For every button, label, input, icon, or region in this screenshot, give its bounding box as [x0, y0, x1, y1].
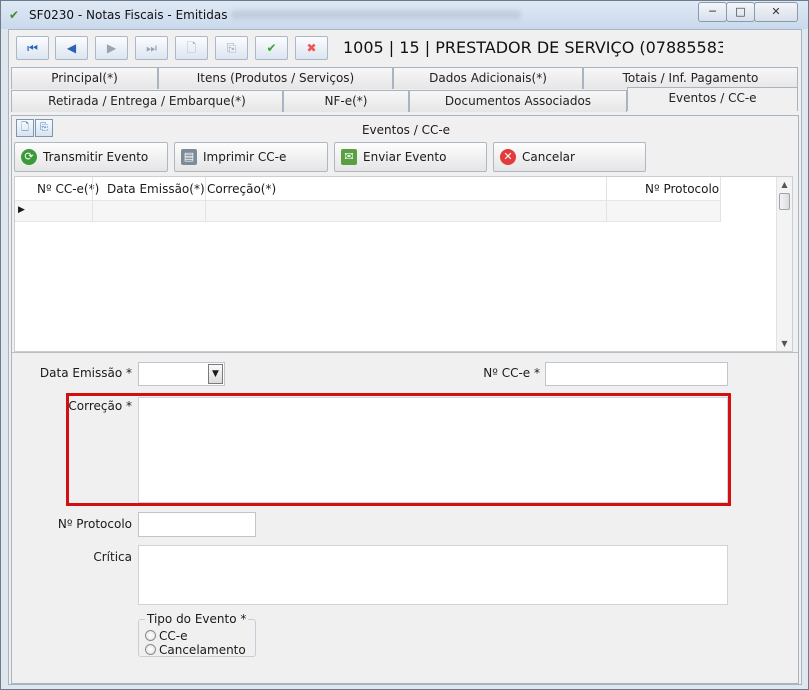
grid-divider	[720, 177, 721, 222]
send-mail-icon: ✉	[341, 149, 357, 165]
col-protocolo[interactable]: Nº Protocolo	[645, 182, 719, 196]
imprimir-cce-button[interactable]: ▤ Imprimir CC-e	[174, 142, 328, 172]
copy-record-icon: ⎘	[226, 41, 237, 55]
protocolo-input[interactable]	[138, 512, 256, 537]
panel-title: Eventos / CC-e	[361, 123, 451, 137]
grid-divider	[205, 177, 206, 222]
delete-icon: ✖	[306, 41, 317, 55]
first-record-icon: ⏮	[27, 41, 38, 55]
minimize-button[interactable]: ─	[698, 2, 727, 22]
radio-cce[interactable]: CC-e	[145, 629, 187, 643]
scroll-thumb[interactable]	[779, 193, 790, 210]
protocolo-label: Nº Protocolo	[57, 517, 132, 531]
app-window: ✔ SF0230 - Notas Fiscais - Emitidas ─ □ …	[0, 0, 809, 690]
tab-retirada[interactable]: Retirada / Entrega / Embarque(*)	[11, 90, 283, 112]
correcao-textarea[interactable]	[138, 397, 728, 503]
next-record-button[interactable]: ▶	[95, 36, 128, 60]
new-record-icon: 🗋	[186, 41, 197, 55]
col-correcao[interactable]: Correção(*)	[207, 182, 276, 196]
enviar-label: Enviar Evento	[363, 150, 447, 164]
row-indicator-icon: ▶	[18, 205, 25, 215]
transmit-icon: ⟳	[21, 149, 37, 165]
grid-header: Nº CC-e(*) Data Emissão(*) Correção(*) N…	[15, 177, 720, 200]
new-record-button[interactable]: 🗋	[175, 36, 208, 60]
save-button[interactable]: ✔	[255, 36, 288, 60]
app-icon: ✔	[9, 8, 20, 22]
col-data-emissao[interactable]: Data Emissão(*)	[107, 182, 205, 196]
grid-divider	[606, 177, 607, 222]
cancel-icon: ✕	[500, 149, 516, 165]
table-row[interactable]: ▶	[15, 200, 720, 222]
title-blurred-text	[231, 10, 521, 19]
cancelar-movimentos-button[interactable]: ✕ Cancelar Movimentos	[493, 142, 646, 192]
prev-record-button[interactable]: ◀	[55, 36, 88, 60]
prev-record-icon: ◀	[66, 41, 77, 55]
toolbar: ⏮ ◀ ▶ ⏭ 🗋 ⎘ ✔ ✖ 1005 | 15 | PRESTADOR DE…	[9, 30, 801, 65]
maximize-button[interactable]: □	[726, 2, 755, 22]
num-cce-label: Nº CC-e *	[483, 366, 540, 380]
close-button[interactable]: ✕	[754, 2, 798, 22]
tab-itens[interactable]: Itens (Produtos / Serviços)	[158, 67, 393, 89]
scroll-up-icon[interactable]: ▲	[777, 177, 792, 192]
last-record-icon: ⏭	[146, 41, 157, 55]
imprimir-label: Imprimir CC-e	[203, 150, 287, 164]
first-record-button[interactable]: ⏮	[16, 36, 49, 60]
client-area: ⏮ ◀ ▶ ⏭ 🗋 ⎘ ✔ ✖ 1005 | 15 | PRESTADOR DE…	[8, 29, 802, 685]
grid-divider	[92, 177, 93, 222]
record-title: 1005 | 15 | PRESTADOR DE SERVIÇO (078855…	[343, 38, 723, 57]
eventos-panel: 🗋 ⎘ Eventos / CC-e ⟳ Transmitir Evento ▤ …	[11, 115, 799, 684]
copy-record-button[interactable]: ⎘	[215, 36, 248, 60]
enviar-evento-button[interactable]: ✉ Enviar Evento	[334, 142, 487, 172]
tab-documentos[interactable]: Documentos Associados	[409, 90, 627, 112]
critica-label: Crítica	[93, 550, 132, 564]
transmitir-label: Transmitir Evento	[43, 150, 149, 164]
delete-button[interactable]: ✖	[295, 36, 328, 60]
tab-eventos[interactable]: Eventos / CC-e	[627, 87, 798, 111]
next-record-icon: ▶	[106, 41, 117, 55]
radio-cancelamento-label: Cancelamento	[159, 643, 246, 657]
scroll-down-icon[interactable]: ▼	[777, 336, 792, 351]
last-record-button[interactable]: ⏭	[135, 36, 168, 60]
printer-icon: ▤	[181, 149, 197, 165]
tipo-evento-label: Tipo do Evento *	[145, 612, 249, 626]
col-num-cce[interactable]: Nº CC-e(*)	[37, 182, 99, 196]
correcao-label: Correção *	[68, 399, 132, 413]
data-emissao-label: Data Emissão *	[39, 366, 132, 380]
radio-circle-icon	[145, 644, 156, 655]
transmitir-evento-button[interactable]: ⟳ Transmitir Evento	[14, 142, 168, 172]
tab-dados-adicionais[interactable]: Dados Adicionais(*)	[393, 67, 583, 89]
tab-principal[interactable]: Principal(*)	[11, 67, 158, 89]
window-title: SF0230 - Notas Fiscais - Emitidas	[29, 8, 228, 22]
save-icon: ✔	[266, 41, 277, 55]
num-cce-input[interactable]	[545, 362, 728, 386]
radio-circle-icon	[145, 630, 156, 641]
splitter[interactable]	[12, 352, 798, 353]
data-emissao-combo[interactable]: ▼	[138, 362, 225, 386]
grid-scrollbar[interactable]: ▲ ▼	[776, 177, 792, 351]
tab-nfe[interactable]: NF-e(*)	[283, 90, 409, 112]
critica-textarea[interactable]	[138, 545, 728, 605]
radio-cancelamento[interactable]: Cancelamento	[145, 643, 246, 657]
title-bar: ✔ SF0230 - Notas Fiscais - Emitidas ─ □ …	[1, 1, 808, 29]
radio-cce-label: CC-e	[159, 629, 188, 643]
tab-totais[interactable]: Totais / Inf. Pagamento	[583, 67, 798, 89]
events-grid[interactable]: Nº CC-e(*) Data Emissão(*) Correção(*) N…	[14, 176, 793, 352]
chevron-down-icon[interactable]: ▼	[208, 364, 223, 384]
